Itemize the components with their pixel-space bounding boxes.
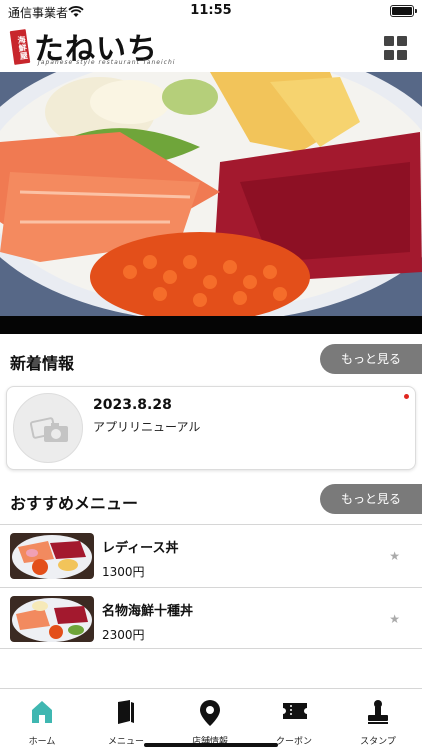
grid-icon [384, 36, 394, 46]
recommended-more-button[interactable]: もっと見る [320, 484, 422, 514]
app-screen: 通信事業者 11:55 海鮮屋 たねいち Japanese style rest… [0, 0, 422, 750]
news-more-button[interactable]: もっと見る [320, 344, 422, 374]
grid-menu-button[interactable] [384, 36, 408, 60]
news-date: 2023.8.28 [93, 397, 172, 413]
unread-dot-icon [404, 394, 409, 399]
ticket-icon [283, 703, 307, 719]
app-header: 海鮮屋 たねいち Japanese style restaurant Tanei… [0, 24, 422, 72]
logo-seal: 海鮮屋 [9, 29, 31, 65]
tab-coupon[interactable]: クーポン [252, 689, 336, 750]
menu-item-price: 1300円 [102, 565, 145, 579]
hero-image [0, 72, 422, 334]
tab-stamp-label: スタンプ [360, 737, 396, 747]
tab-store-info[interactable]: 店舗情報 [168, 689, 252, 750]
menu-item[interactable]: レディース丼 1300円 ★ [0, 524, 422, 586]
tab-menu[interactable]: メニュー [84, 689, 168, 750]
star-icon[interactable]: ★ [389, 612, 400, 626]
tab-home-label: ホーム [28, 737, 56, 747]
clock: 11:55 [190, 3, 232, 18]
menu-item-image [10, 533, 94, 579]
menu-item-price: 2300円 [102, 628, 145, 642]
location-pin-icon [200, 700, 220, 726]
status-bar: 通信事業者 11:55 [0, 0, 422, 24]
news-section-header: 新着情報 もっと見る [0, 344, 422, 376]
tab-stamp[interactable]: スタンプ [336, 689, 420, 750]
home-indicator [144, 743, 278, 747]
news-text: アプリリニューアル [93, 420, 201, 434]
news-item[interactable]: 2023.8.28 アプリリニューアル [6, 386, 416, 470]
menu-item[interactable]: 名物海鮮十種丼 2300円 ★ [0, 587, 422, 649]
logo[interactable]: 海鮮屋 たねいち Japanese style restaurant Tanei… [9, 26, 176, 70]
star-icon[interactable]: ★ [389, 549, 400, 563]
tab-home[interactable]: ホーム [0, 689, 84, 750]
recommended-section-header: おすすめメニュー もっと見る [0, 484, 422, 516]
tab-bar: ホーム メニュー 店舗情報 クーポン スタンプ [0, 688, 422, 750]
battery-icon [390, 5, 417, 17]
menu-item-name: 名物海鮮十種丼 [102, 604, 194, 619]
menu-item-name: レディース丼 [102, 541, 179, 556]
menu-item-image [10, 596, 94, 642]
book-icon [118, 700, 134, 724]
logo-subtitle: Japanese style restaurant Taneichi [38, 59, 176, 66]
photo-placeholder-icon [13, 393, 83, 463]
stamp-icon [368, 700, 388, 724]
home-icon [32, 701, 52, 723]
recommended-section-title: おすすめメニュー [10, 494, 139, 513]
news-section-title: 新着情報 [10, 354, 75, 373]
